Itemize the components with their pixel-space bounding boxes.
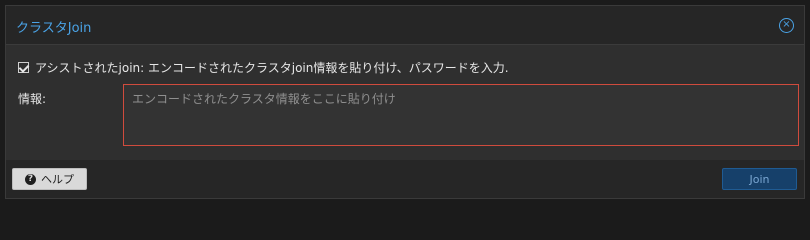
dialog-title: クラスタJoin bbox=[16, 21, 92, 36]
help-button[interactable]: ? ヘルプ bbox=[12, 168, 87, 190]
info-label: 情報: bbox=[18, 92, 47, 106]
dialog-titlebar: クラスタJoin × bbox=[6, 6, 804, 44]
question-circle-icon: ? bbox=[25, 173, 36, 185]
join-button-label: Join bbox=[749, 172, 770, 186]
join-button[interactable]: Join bbox=[722, 168, 797, 190]
assisted-join-row[interactable]: アシストされたjoin: エンコードされたクラスタjoin情報を貼り付け、パスワ… bbox=[18, 59, 509, 75]
dialog-footer: ? ヘルプ Join bbox=[6, 160, 804, 198]
dialog-body: アシストされたjoin: エンコードされたクラスタjoin情報を貼り付け、パスワ… bbox=[6, 44, 804, 162]
info-placeholder: エンコードされたクラスタ情報をここに貼り付け bbox=[132, 92, 396, 106]
assisted-join-checkbox[interactable] bbox=[18, 61, 29, 73]
help-button-label: ヘルプ bbox=[41, 173, 74, 186]
close-icon[interactable]: × bbox=[779, 18, 794, 33]
assisted-join-label: アシストされたjoin: エンコードされたクラスタjoin情報を貼り付け、パスワ… bbox=[35, 60, 509, 75]
info-textarea[interactable]: エンコードされたクラスタ情報をここに貼り付け bbox=[123, 84, 799, 146]
cluster-join-dialog: クラスタJoin × アシストされたjoin: エンコードされたクラスタjoin… bbox=[5, 5, 805, 199]
